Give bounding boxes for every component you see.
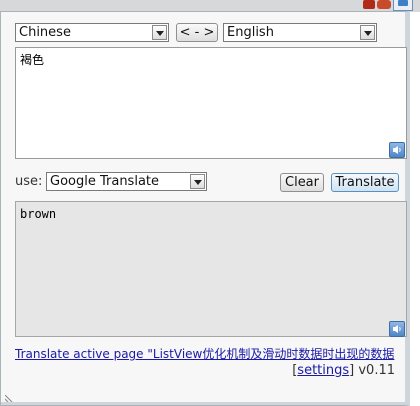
chevron-down-icon [152, 25, 167, 40]
resize-grip-icon[interactable] [5, 393, 15, 403]
target-language-value: English [227, 25, 274, 40]
speaker-icon[interactable] [389, 321, 405, 337]
clear-button[interactable]: Clear [280, 173, 324, 192]
translation-engine-select[interactable]: Google Translate [46, 172, 207, 191]
speaker-icon[interactable] [389, 142, 405, 158]
source-language-select[interactable]: Chinese [15, 23, 169, 42]
settings-link[interactable]: settings [297, 363, 349, 378]
source-text-area[interactable]: 褐色 [15, 47, 407, 159]
chevron-down-icon [360, 25, 375, 40]
translation-output-area[interactable]: brown [15, 201, 407, 337]
chevron-down-icon [190, 174, 205, 189]
engine-label: use: [15, 174, 43, 189]
extension-icon[interactable] [363, 0, 375, 9]
translation-engine-value: Google Translate [50, 174, 160, 189]
extension-icon[interactable] [377, 0, 391, 9]
target-language-select[interactable]: English [223, 23, 377, 42]
footer-version: [settings] v0.11 [292, 363, 395, 378]
translate-button[interactable]: Translate [331, 173, 399, 192]
translate-extension-icon[interactable] [393, 0, 413, 11]
translator-popup: Chinese < - > English 褐色 use: Google Tra… [0, 11, 410, 406]
translate-active-page-link[interactable]: Translate active page "ListView优化机制及滑动时数… [15, 345, 394, 362]
source-language-value: Chinese [19, 25, 71, 40]
version-text: v0.11 [354, 363, 395, 378]
swap-languages-button[interactable]: < - > [176, 23, 218, 42]
